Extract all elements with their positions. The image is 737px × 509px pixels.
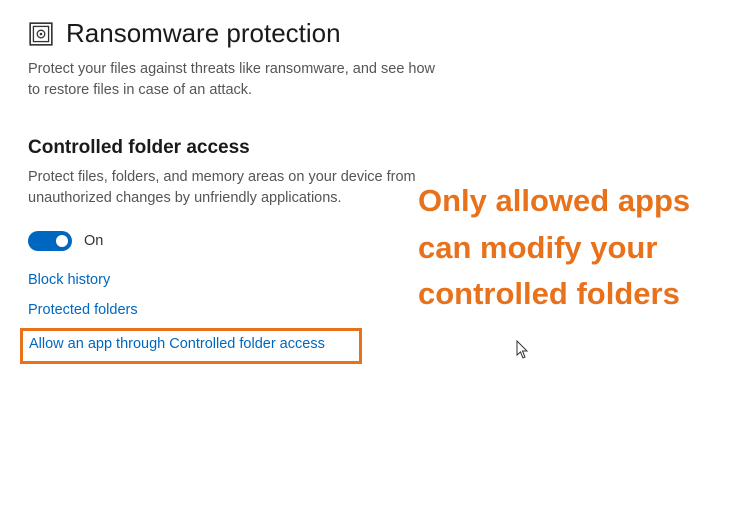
section-title-controlled-folder: Controlled folder access bbox=[28, 137, 737, 159]
annotation-text: Only allowed apps can modify your contro… bbox=[418, 178, 718, 318]
protected-folders-link[interactable]: Protected folders bbox=[28, 301, 358, 321]
block-history-link[interactable]: Block history bbox=[28, 271, 358, 291]
page-title: Ransomware protection bbox=[66, 18, 341, 49]
controlled-folder-toggle[interactable] bbox=[28, 231, 72, 251]
page-header: Ransomware protection bbox=[28, 18, 737, 49]
toggle-state-label: On bbox=[84, 233, 103, 249]
ransomware-shield-icon bbox=[28, 21, 54, 47]
page-description: Protect your files against threats like … bbox=[28, 59, 438, 101]
mouse-cursor-icon bbox=[516, 340, 530, 360]
annotation-line-1: Only allowed apps bbox=[418, 178, 718, 225]
section-description: Protect files, folders, and memory areas… bbox=[28, 167, 428, 209]
toggle-knob bbox=[56, 235, 68, 247]
allow-app-highlight-box: Allow an app through Controlled folder a… bbox=[20, 328, 362, 364]
annotation-line-2: can modify your controlled folders bbox=[418, 225, 718, 318]
allow-app-link[interactable]: Allow an app through Controlled folder a… bbox=[29, 335, 353, 355]
